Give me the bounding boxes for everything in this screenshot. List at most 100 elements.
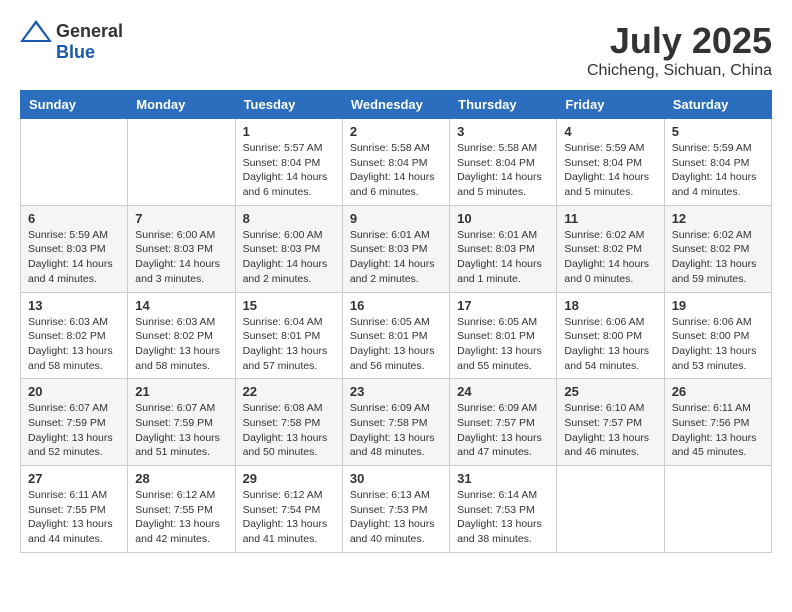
- day-info: Sunrise: 6:12 AM Sunset: 7:55 PM Dayligh…: [135, 488, 227, 547]
- day-number: 17: [457, 298, 549, 313]
- day-info: Sunrise: 6:01 AM Sunset: 8:03 PM Dayligh…: [457, 228, 549, 287]
- day-info: Sunrise: 6:11 AM Sunset: 7:55 PM Dayligh…: [28, 488, 120, 547]
- day-number: 30: [350, 471, 442, 486]
- calendar-cell-w5-d1: 27 Sunrise: 6:11 AM Sunset: 7:55 PM Dayli…: [21, 466, 128, 553]
- day-number: 12: [672, 211, 764, 226]
- day-number: 23: [350, 384, 442, 399]
- calendar-cell-w3-d5: 17 Sunrise: 6:05 AM Sunset: 8:01 PM Dayli…: [450, 292, 557, 379]
- day-number: 4: [564, 124, 656, 139]
- calendar-cell-w3-d4: 16 Sunrise: 6:05 AM Sunset: 8:01 PM Dayli…: [342, 292, 449, 379]
- day-number: 13: [28, 298, 120, 313]
- calendar-cell-w4-d2: 21Sunrise: 6:07 AM Sunset: 7:59 PM Dayli…: [128, 379, 235, 466]
- calendar-cell-w4-d6: 25Sunrise: 6:10 AM Sunset: 7:57 PM Dayli…: [557, 379, 664, 466]
- day-info: Sunrise: 6:02 AM Sunset: 8:02 PM Dayligh…: [564, 228, 656, 287]
- day-number: 15: [243, 298, 335, 313]
- day-number: 10: [457, 211, 549, 226]
- day-number: 20: [28, 384, 120, 399]
- day-number: 8: [243, 211, 335, 226]
- day-info: Sunrise: 6:06 AM Sunset: 8:00 PM Dayligh…: [564, 315, 656, 374]
- day-number: 27: [28, 471, 120, 486]
- day-info: Sunrise: 6:03 AM Sunset: 8:02 PM Dayligh…: [28, 315, 120, 374]
- calendar-cell-w3-d7: 19Sunrise: 6:06 AM Sunset: 8:00 PM Dayli…: [664, 292, 771, 379]
- day-number: 16: [350, 298, 442, 313]
- calendar-cell-w2-d1: 6 Sunrise: 5:59 AM Sunset: 8:03 PM Daylig…: [21, 205, 128, 292]
- day-info: Sunrise: 6:02 AM Sunset: 8:02 PM Dayligh…: [672, 228, 764, 287]
- header-tuesday: Tuesday: [235, 91, 342, 119]
- calendar-cell-w1-d4: 2Sunrise: 5:58 AM Sunset: 8:04 PM Daylig…: [342, 119, 449, 206]
- day-info: Sunrise: 5:57 AM Sunset: 8:04 PM Dayligh…: [243, 141, 335, 200]
- calendar-week-3: 13 Sunrise: 6:03 AM Sunset: 8:02 PM Dayli…: [21, 292, 772, 379]
- day-info: Sunrise: 5:59 AM Sunset: 8:03 PM Dayligh…: [28, 228, 120, 287]
- day-info: Sunrise: 6:10 AM Sunset: 7:57 PM Dayligh…: [564, 401, 656, 460]
- calendar-cell-w4-d3: 22Sunrise: 6:08 AM Sunset: 7:58 PM Dayli…: [235, 379, 342, 466]
- calendar-cell-w4-d1: 20Sunrise: 6:07 AM Sunset: 7:59 PM Dayli…: [21, 379, 128, 466]
- day-info: Sunrise: 6:07 AM Sunset: 7:59 PM Dayligh…: [135, 401, 227, 460]
- day-number: 9: [350, 211, 442, 226]
- calendar-cell-w1-d6: 4Sunrise: 5:59 AM Sunset: 8:04 PM Daylig…: [557, 119, 664, 206]
- day-number: 29: [243, 471, 335, 486]
- calendar-cell-w2-d4: 9 Sunrise: 6:01 AM Sunset: 8:03 PM Daylig…: [342, 205, 449, 292]
- calendar-cell-w3-d6: 18 Sunrise: 6:06 AM Sunset: 8:00 PM Dayli…: [557, 292, 664, 379]
- calendar-cell-w5-d6: [557, 466, 664, 553]
- calendar-cell-w5-d7: [664, 466, 771, 553]
- page-header: General Blue July 2025 Chicheng, Sichuan…: [20, 20, 772, 80]
- day-info: Sunrise: 5:58 AM Sunset: 8:04 PM Dayligh…: [457, 141, 549, 200]
- calendar-week-5: 27 Sunrise: 6:11 AM Sunset: 7:55 PM Dayli…: [21, 466, 772, 553]
- calendar-cell-w5-d2: 28 Sunrise: 6:12 AM Sunset: 7:55 PM Dayli…: [128, 466, 235, 553]
- location-subtitle: Chicheng, Sichuan, China: [587, 62, 772, 80]
- day-number: 19: [672, 298, 764, 313]
- day-number: 22: [243, 384, 335, 399]
- calendar-cell-w4-d5: 24Sunrise: 6:09 AM Sunset: 7:57 PM Dayli…: [450, 379, 557, 466]
- day-info: Sunrise: 6:03 AM Sunset: 8:02 PM Dayligh…: [135, 315, 227, 374]
- title-block: July 2025 Chicheng, Sichuan, China: [587, 20, 772, 80]
- logo-text-general: General: [56, 21, 123, 42]
- day-number: 18: [564, 298, 656, 313]
- day-number: 14: [135, 298, 227, 313]
- day-number: 7: [135, 211, 227, 226]
- header-sunday: Sunday: [21, 91, 128, 119]
- day-number: 28: [135, 471, 227, 486]
- day-info: Sunrise: 6:05 AM Sunset: 8:01 PM Dayligh…: [457, 315, 549, 374]
- calendar-week-4: 20 Sunrise: 6:07 AM Sunset: 7:59 PM Dayli…: [21, 379, 772, 466]
- calendar-table: Sunday Monday Tuesday Wednesday Thursday…: [20, 90, 772, 553]
- day-info: Sunrise: 5:58 AM Sunset: 8:04 PM Dayligh…: [350, 141, 442, 200]
- day-number: 1: [243, 124, 335, 139]
- day-info: Sunrise: 6:00 AM Sunset: 8:03 PM Dayligh…: [135, 228, 227, 287]
- day-info: Sunrise: 6:09 AM Sunset: 7:58 PM Dayligh…: [350, 401, 442, 460]
- logo: General Blue: [20, 20, 123, 63]
- calendar-cell-w3-d2: 14 Sunrise: 6:03 AM Sunset: 8:02 PM Dayli…: [128, 292, 235, 379]
- calendar-header-row: Sunday Monday Tuesday Wednesday Thursday…: [21, 91, 772, 119]
- day-info: Sunrise: 6:04 AM Sunset: 8:01 PM Dayligh…: [243, 315, 335, 374]
- month-year-title: July 2025: [587, 20, 772, 62]
- calendar-cell-w5-d5: 31 Sunrise: 6:14 AM Sunset: 7:53 PM Dayli…: [450, 466, 557, 553]
- calendar-cell-w2-d2: 7 Sunrise: 6:00 AM Sunset: 8:03 PM Daylig…: [128, 205, 235, 292]
- calendar-cell-w3-d3: 15 Sunrise: 6:04 AM Sunset: 8:01 PM Dayli…: [235, 292, 342, 379]
- day-info: Sunrise: 6:11 AM Sunset: 7:56 PM Dayligh…: [672, 401, 764, 460]
- day-number: 6: [28, 211, 120, 226]
- day-info: Sunrise: 6:05 AM Sunset: 8:01 PM Dayligh…: [350, 315, 442, 374]
- calendar-cell-w3-d1: 13 Sunrise: 6:03 AM Sunset: 8:02 PM Dayli…: [21, 292, 128, 379]
- day-info: Sunrise: 6:09 AM Sunset: 7:57 PM Dayligh…: [457, 401, 549, 460]
- day-info: Sunrise: 6:13 AM Sunset: 7:53 PM Dayligh…: [350, 488, 442, 547]
- day-number: 3: [457, 124, 549, 139]
- day-number: 31: [457, 471, 549, 486]
- header-wednesday: Wednesday: [342, 91, 449, 119]
- day-number: 26: [672, 384, 764, 399]
- calendar-cell-w2-d6: 11 Sunrise: 6:02 AM Sunset: 8:02 PM Dayli…: [557, 205, 664, 292]
- logo-text-blue: Blue: [56, 42, 95, 63]
- day-info: Sunrise: 6:01 AM Sunset: 8:03 PM Dayligh…: [350, 228, 442, 287]
- calendar-cell-w2-d7: 12 Sunrise: 6:02 AM Sunset: 8:02 PM Dayli…: [664, 205, 771, 292]
- day-number: 11: [564, 211, 656, 226]
- calendar-cell-w4-d7: 26 Sunrise: 6:11 AM Sunset: 7:56 PM Dayli…: [664, 379, 771, 466]
- calendar-cell-w2-d5: 10 Sunrise: 6:01 AM Sunset: 8:03 PM Dayli…: [450, 205, 557, 292]
- calendar-week-2: 6 Sunrise: 5:59 AM Sunset: 8:03 PM Daylig…: [21, 205, 772, 292]
- calendar-cell-w5-d4: 30 Sunrise: 6:13 AM Sunset: 7:53 PM Dayli…: [342, 466, 449, 553]
- logo-icon: [20, 20, 52, 42]
- day-info: Sunrise: 6:14 AM Sunset: 7:53 PM Dayligh…: [457, 488, 549, 547]
- header-thursday: Thursday: [450, 91, 557, 119]
- calendar-cell-w1-d1: [21, 119, 128, 206]
- header-saturday: Saturday: [664, 91, 771, 119]
- calendar-cell-w5-d3: 29Sunrise: 6:12 AM Sunset: 7:54 PM Dayli…: [235, 466, 342, 553]
- day-info: Sunrise: 5:59 AM Sunset: 8:04 PM Dayligh…: [672, 141, 764, 200]
- day-info: Sunrise: 6:00 AM Sunset: 8:03 PM Dayligh…: [243, 228, 335, 287]
